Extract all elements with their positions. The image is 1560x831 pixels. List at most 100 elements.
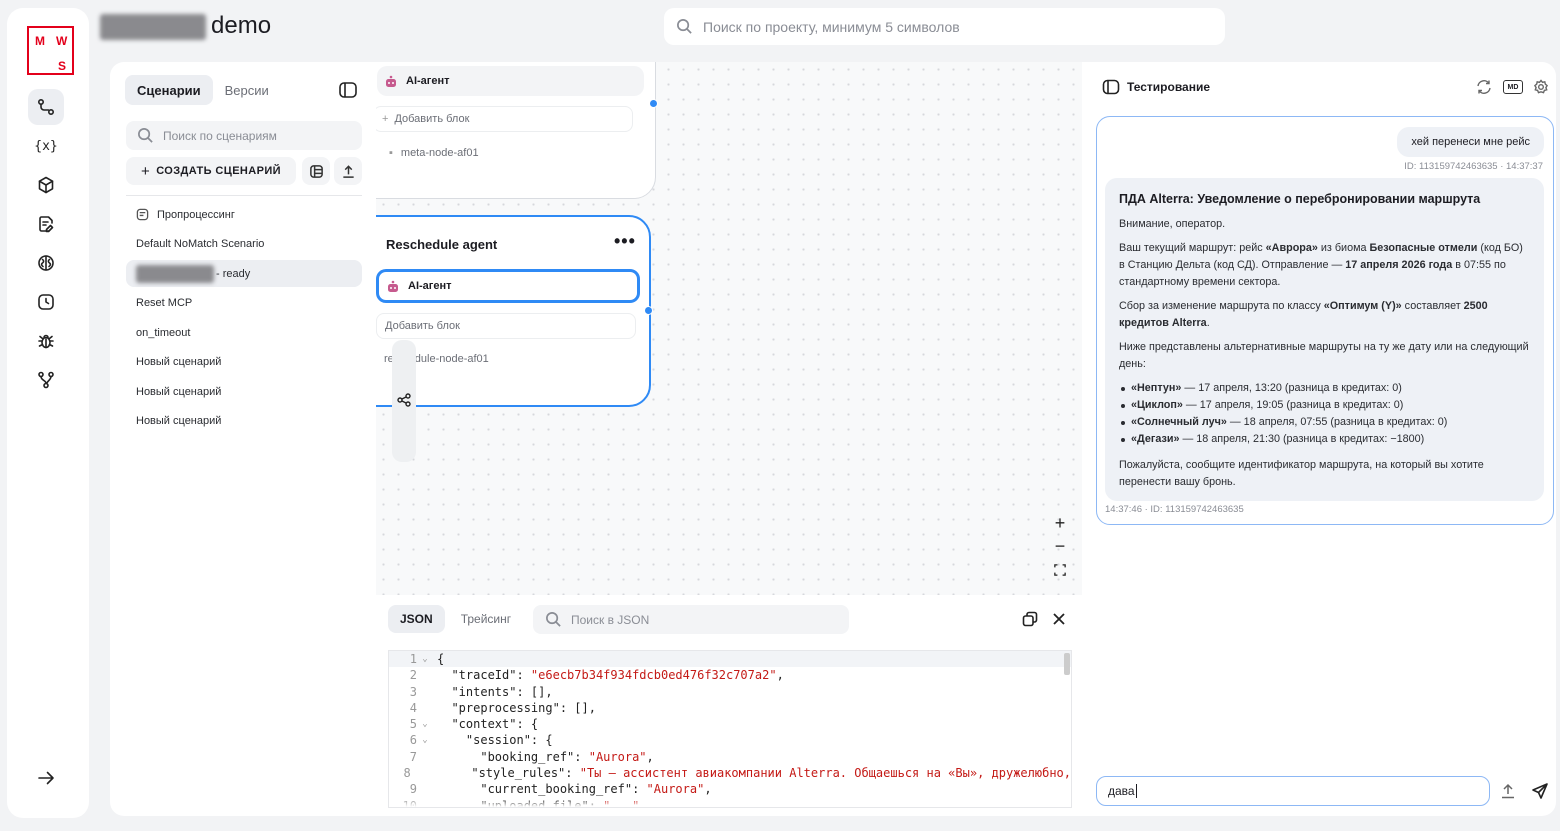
fold-icon[interactable] (419, 700, 431, 716)
close-icon[interactable] (1051, 611, 1067, 627)
mws-logo[interactable]: M W S (27, 26, 74, 75)
tab-scenarios[interactable]: Сценарии (125, 75, 213, 105)
user-message-meta: ID: 113159742463635 · 14:37:37 (1404, 161, 1543, 172)
node-toolbar (392, 340, 416, 462)
bot-message-meta: 14:37:46 · ID: 113159742463635 (1105, 504, 1244, 515)
bug-icon[interactable] (28, 323, 64, 359)
document-edit-icon[interactable] (28, 206, 64, 242)
scenario-item[interactable]: Default NoMatch Scenario (126, 230, 362, 257)
scenario-item[interactable]: Новый сценарий (126, 407, 362, 434)
line-number: 1 (409, 652, 417, 666)
line-number: 7 (409, 749, 417, 764)
cube-icon[interactable] (28, 167, 64, 203)
json-search-input[interactable]: Поиск в JSON (533, 605, 849, 634)
scenario-item-preprocessing[interactable]: Пропроцессинг (126, 201, 362, 228)
fold-icon[interactable]: ⌄ (419, 716, 431, 732)
fold-icon[interactable] (413, 765, 422, 781)
node-id: ▪ meta-node-af01 (389, 147, 479, 159)
create-scenario-button[interactable]: + СОЗДАТЬ СЦЕНАРИЙ (126, 157, 296, 185)
zoom-out-button[interactable]: − (1050, 535, 1070, 558)
code-line: 4 "preprocessing": [], (389, 700, 1071, 716)
route-item: «Дегази» — 18 апреля, 21:30 (разница в к… (1119, 431, 1530, 448)
scenario-item[interactable]: Reset MCP (126, 289, 362, 316)
expand-arrow-icon[interactable] (28, 760, 64, 796)
fit-view-button[interactable] (1050, 558, 1070, 581)
ai-agent-block[interactable]: AI-агент (377, 66, 644, 96)
code-line: 9 "current_booking_ref": "Aurora", (389, 781, 1071, 797)
attach-upload-icon[interactable] (1499, 782, 1517, 800)
robot-icon (388, 280, 398, 292)
json-code-viewer[interactable]: 1 ⌄{2 "traceId": "e6ecb7b34f934fdcb0ed476… (388, 650, 1072, 808)
node-menu-button[interactable]: ••• (614, 231, 636, 252)
copy-icon[interactable] (1022, 611, 1038, 627)
app-window: { "header": { "project_name": "demo", "s… (0, 0, 1560, 831)
zoom-controls: + − (1050, 512, 1070, 581)
create-scenario-label: СОЗДАТЬ СЦЕНАРИЙ (156, 165, 281, 177)
connection-handle[interactable] (644, 306, 653, 315)
connection-handle[interactable] (649, 99, 658, 108)
meta-node[interactable]: AI-агент + Добавить блок ▪ meta-node-af01 (376, 62, 656, 199)
gear-icon[interactable] (1532, 79, 1550, 95)
line-number: 8 (403, 766, 411, 781)
search-icon (546, 612, 561, 627)
send-icon[interactable] (1531, 782, 1549, 800)
search-placeholder: Поиск по сценариям (163, 128, 277, 143)
tab-versions[interactable]: Версии (213, 75, 281, 105)
user-message: хей перенеси мне рейс (1397, 127, 1544, 157)
clock-icon[interactable] (28, 284, 64, 320)
code-text: "context": { (437, 717, 539, 732)
code-lines: 1 ⌄{2 "traceId": "e6ecb7b34f934fdcb0ed476… (389, 651, 1071, 807)
redacted-name (136, 264, 214, 283)
chat-area[interactable]: хей перенеси мне рейс ID: 11315974246363… (1096, 116, 1554, 525)
scenario-item-active[interactable]: - ready (126, 260, 362, 287)
code-text: "booking_ref": "Aurora", (437, 749, 654, 764)
flow-canvas[interactable]: AI-агент + Добавить блок ▪ meta-node-af01 … (376, 62, 1082, 595)
scenario-item[interactable]: Новый сценарий (126, 378, 362, 405)
fold-icon[interactable] (419, 684, 431, 700)
preprocessing-icon (136, 208, 149, 221)
markdown-toggle[interactable]: MD (1503, 80, 1523, 94)
project-title: demo (211, 12, 272, 39)
code-text: "current_booking_ref": "Aurora", (437, 782, 712, 797)
scenario-item[interactable]: on_timeout (126, 319, 362, 346)
fold-icon[interactable]: ⌄ (419, 651, 431, 667)
scrollbar[interactable] (1064, 653, 1070, 675)
template-button[interactable] (302, 157, 330, 185)
refresh-icon[interactable] (1475, 79, 1493, 95)
fold-icon[interactable] (419, 667, 431, 683)
add-block-button[interactable]: + Добавить блок (376, 106, 633, 132)
ai-agent-block-selected[interactable]: AI-агент (376, 269, 640, 303)
share-icon[interactable] (396, 392, 412, 408)
tab-json[interactable]: JSON (388, 605, 445, 633)
reschedule-agent-node[interactable]: Reschedule agent ••• AI-агент Добавить б… (376, 215, 651, 407)
fold-icon[interactable]: ⌄ (419, 732, 431, 748)
branch-icon[interactable] (28, 362, 64, 398)
add-block-button[interactable]: Добавить блок (376, 313, 636, 339)
scenario-search-input[interactable]: Поиск по сценариям (126, 121, 362, 150)
zoom-in-button[interactable]: + (1050, 512, 1070, 535)
line-number: 6 (409, 733, 417, 748)
upload-button[interactable] (334, 157, 362, 185)
brain-icon[interactable] (28, 245, 64, 281)
divider (126, 195, 362, 196)
bot-message-title: ПДА Alterra: Уведомление о перебронирова… (1119, 192, 1481, 206)
project-name-redacted (100, 14, 206, 40)
chat-message-input[interactable]: дава (1096, 776, 1490, 806)
testing-panel: Тестирование MD хей перенеси мне рейс ID… (1082, 62, 1556, 816)
template-icon (309, 164, 323, 178)
route-item: «Нептун» — 17 апреля, 13:20 (разница в к… (1119, 380, 1530, 397)
project-search-input[interactable]: Поиск по проекту, минимум 5 символов (664, 8, 1225, 45)
fold-icon[interactable] (419, 749, 431, 765)
fit-view-icon (1054, 563, 1066, 576)
bot-paragraph: Сбор за изменение маршрута по классу «Оп… (1119, 300, 1488, 329)
variables-icon[interactable]: {x} (28, 128, 64, 164)
scenarios-panel: Сценарии Версии Поиск по сценариям + СОЗД… (110, 62, 376, 816)
scenario-item[interactable]: Новый сценарий (126, 348, 362, 375)
panel-collapse-icon[interactable] (338, 81, 358, 99)
fold-icon[interactable] (419, 781, 431, 797)
code-line: 7 "booking_ref": "Aurora", (389, 749, 1071, 765)
tab-tracing[interactable]: Трейсинг (449, 605, 523, 633)
flow-icon[interactable] (28, 89, 64, 125)
plus-icon: + (141, 162, 151, 180)
text-caret (1135, 784, 1137, 798)
